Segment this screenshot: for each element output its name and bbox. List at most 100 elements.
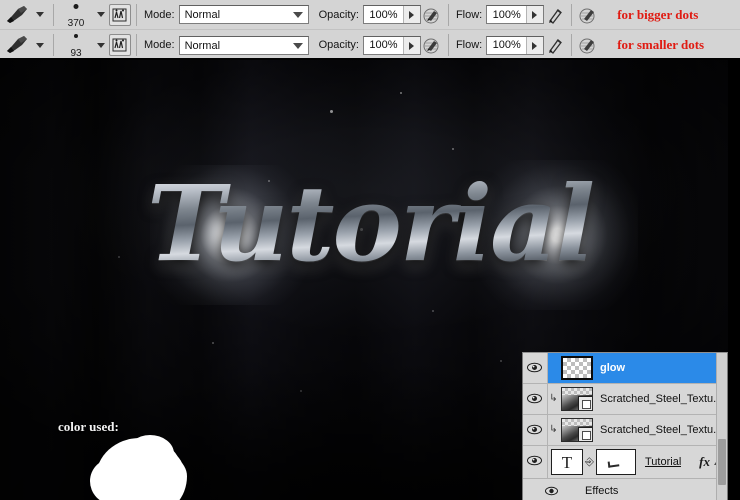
chevron-down-icon [292, 12, 303, 18]
layer-thumbnail-glow[interactable] [561, 356, 593, 380]
divider [136, 34, 137, 56]
layer-row-scratched-steel-2[interactable]: ↳ Scratched_Steel_Textu... [523, 415, 727, 446]
canvas-right-edge [728, 60, 740, 500]
mask-shape [607, 460, 620, 468]
transparent-checker [562, 388, 592, 395]
layer-effects-group[interactable]: Effects [523, 479, 727, 500]
document-canvas[interactable]: Tutorial color used: glow [0, 60, 740, 500]
smart-object-badge-icon [578, 427, 592, 441]
toggle-brush-panel-icon[interactable] [109, 3, 131, 26]
opacity-label: Opacity: [318, 39, 359, 51]
eye-icon [545, 486, 558, 496]
annotation-bigger-dots: for bigger dots [617, 6, 699, 22]
tablet-pressure-opacity-icon[interactable] [421, 34, 443, 56]
dust-speck [212, 342, 214, 344]
tablet-pressure-flow-icon[interactable] [544, 4, 566, 26]
dust-speck [330, 110, 333, 113]
tablet-pressure-opacity-icon[interactable] [421, 4, 443, 26]
layer-visibility-toggle[interactable] [523, 384, 548, 414]
fx-icon[interactable]: fx [699, 454, 714, 470]
annotation-smaller-dots: for smaller dots [617, 37, 705, 52]
brush-tool-icon[interactable] [4, 32, 32, 58]
link-icon[interactable]: ⎆ [585, 456, 594, 469]
layer-row-scratched-steel-1[interactable]: ↳ Scratched_Steel_Textu... [523, 384, 727, 415]
dust-speck [500, 360, 502, 362]
brush-tool-icon[interactable] [4, 2, 32, 28]
scrollbar-thumb[interactable] [718, 439, 726, 485]
flow-label: Flow: [455, 39, 483, 51]
layer-name-glow[interactable]: glow [600, 362, 727, 374]
toggle-brush-panel-icon[interactable] [109, 34, 131, 56]
eye-icon [527, 393, 542, 404]
brush-preset-caret-icon[interactable] [36, 12, 44, 17]
layer-visibility-toggle[interactable] [523, 446, 548, 478]
layer-name-scratched-steel-2[interactable]: Scratched_Steel_Textu... [600, 424, 727, 436]
layer-row-glow[interactable]: glow [523, 353, 727, 384]
blend-mode-select[interactable]: Normal [178, 35, 309, 55]
flow-input[interactable]: 100% [486, 35, 545, 55]
dust-speck [268, 180, 270, 182]
divider [136, 3, 137, 26]
layer-visibility-toggle[interactable] [523, 415, 548, 445]
opacity-input[interactable]: 100% [362, 35, 421, 55]
layer-name-tutorial[interactable]: Tutorial [645, 456, 681, 468]
mode-label: Mode: [144, 8, 175, 21]
brush-size-control[interactable]: 370 [59, 1, 93, 29]
divider [571, 34, 573, 56]
layer-thumbnail-steel[interactable] [561, 387, 593, 411]
tablet-pressure-flow-icon[interactable] [544, 34, 566, 56]
blend-mode-value: Normal [184, 9, 221, 21]
divider [571, 3, 573, 26]
layer-mask-thumbnail[interactable] [596, 449, 636, 475]
layers-scrollbar[interactable] [716, 353, 727, 500]
clipping-mask-arrow-icon: ↳ [549, 424, 558, 435]
photoshop-window: 370 Mode: Normal Opacity: 100% Flow: 100… [0, 0, 740, 500]
options-row-bigger-dots: 370 Mode: Normal Opacity: 100% Flow: 100… [0, 0, 740, 30]
dust-speck [360, 228, 363, 231]
chevron-down-icon [292, 42, 303, 49]
dust-speck [118, 256, 120, 258]
transparent-checker [563, 358, 591, 378]
flow-spin-arrow-icon[interactable] [526, 6, 544, 23]
brush-size-value: 370 [67, 17, 85, 29]
opacity-spin-arrow-icon[interactable] [402, 6, 420, 23]
opacity-spin-arrow-icon[interactable] [402, 36, 420, 54]
options-row-smaller-dots: 93 Mode: Normal Opacity: 100% Flow: 100%… [0, 30, 740, 60]
brush-size-control[interactable]: 93 [59, 31, 93, 59]
opacity-label: Opacity: [318, 8, 359, 21]
clipping-mask-arrow-icon: ↳ [549, 393, 558, 404]
effects-visibility-toggle[interactable] [523, 479, 585, 500]
layer-visibility-toggle[interactable] [523, 353, 548, 383]
divider [53, 34, 54, 56]
layers-panel[interactable]: glow ↳ Scratched_Steel_Textu... ↳ Scratc… [522, 352, 728, 500]
blend-mode-select[interactable]: Normal [178, 5, 309, 24]
divider [53, 3, 54, 26]
brush-preset-caret-icon[interactable] [36, 42, 44, 48]
eye-icon [527, 455, 542, 466]
opacity-value: 100% [369, 8, 398, 21]
dust-speck [400, 92, 402, 94]
transparent-checker [562, 419, 592, 426]
smart-object-badge-icon [578, 396, 592, 410]
brush-tip-preview [74, 34, 78, 38]
flow-spin-arrow-icon[interactable] [526, 36, 544, 54]
layer-thumbnail-steel[interactable] [561, 418, 593, 442]
brush-size-caret-icon[interactable] [97, 42, 105, 48]
brush-size-caret-icon[interactable] [97, 12, 105, 17]
layer-thumbnail-text[interactable]: T [551, 449, 583, 475]
dust-speck [300, 390, 302, 392]
dust-speck [452, 148, 454, 150]
options-bar: 370 Mode: Normal Opacity: 100% Flow: 100… [0, 0, 740, 60]
mode-label: Mode: [144, 39, 175, 51]
divider [447, 34, 449, 56]
eye-icon [527, 424, 542, 435]
airbrush-icon[interactable] [577, 34, 599, 56]
flow-input[interactable]: 100% [486, 5, 545, 24]
dust-speck [432, 310, 434, 312]
layer-row-tutorial[interactable]: T ⎆ Tutorial fx [523, 446, 727, 479]
flow-value: 100% [492, 8, 521, 21]
flow-label: Flow: [455, 8, 483, 21]
opacity-input[interactable]: 100% [362, 5, 421, 24]
airbrush-icon[interactable] [577, 4, 599, 26]
layer-name-scratched-steel-1[interactable]: Scratched_Steel_Textu... [600, 393, 727, 405]
